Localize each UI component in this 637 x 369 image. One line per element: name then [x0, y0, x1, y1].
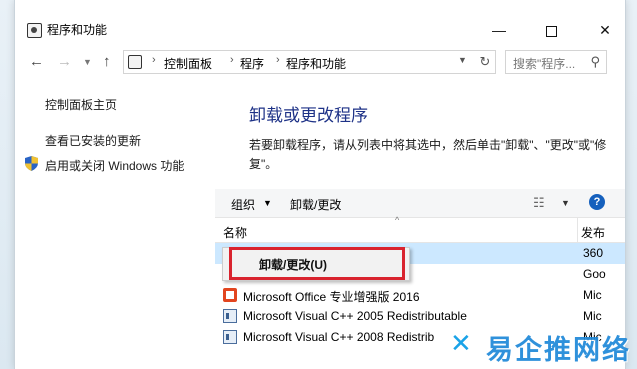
office-icon	[223, 288, 237, 302]
breadcrumb-control-panel[interactable]: 控制面板	[164, 55, 212, 72]
program-publisher: 360	[583, 246, 604, 260]
programs-window: 程序和功能 — ✕ ← → ▼ ↑ › 控制面板 › 程序 › 程序和功能 ▼ …	[14, 0, 626, 369]
shield-icon	[25, 156, 38, 171]
sort-up-icon: ^	[395, 215, 400, 225]
address-row: ← → ▼ ↑ › 控制面板 › 程序 › 程序和功能 ▼ ↻ 搜索"程序...…	[15, 48, 625, 76]
organize-button[interactable]: 组织	[231, 196, 255, 213]
program-publisher: Mic	[583, 288, 602, 302]
column-divider[interactable]	[577, 218, 578, 242]
chevron-down-icon[interactable]: ▼	[263, 198, 272, 208]
recent-locations-chevron-icon[interactable]: ▼	[83, 57, 92, 67]
view-updates-link[interactable]: 查看已安装的更新	[45, 132, 141, 149]
program-name: Microsoft Visual C++ 2008 Redistrib	[243, 330, 435, 344]
control-panel-icon	[27, 23, 42, 38]
chevron-down-icon[interactable]: ▼	[561, 198, 570, 208]
program-publisher: Goo	[583, 267, 606, 281]
column-header: 名称 ^ 发布	[215, 215, 625, 243]
title-bar: 程序和功能 — ✕	[15, 0, 625, 40]
column-name[interactable]: 名称	[223, 224, 247, 241]
chevron-down-icon[interactable]: ▼	[458, 55, 467, 65]
control-panel-icon	[128, 55, 142, 69]
highlight-box	[229, 247, 405, 280]
installer-icon	[223, 330, 237, 344]
search-placeholder: 搜索"程序...	[513, 57, 576, 71]
windows-features-link[interactable]: 启用或关闭 Windows 功能	[45, 157, 184, 174]
uninstall-change-button[interactable]: 卸载/更改	[290, 196, 341, 213]
refresh-button[interactable]: ↻	[475, 50, 496, 74]
breadcrumb-programs[interactable]: 程序	[240, 55, 264, 72]
program-publisher: Mic	[583, 309, 602, 323]
chevron-right-icon: ›	[152, 54, 156, 66]
search-input[interactable]: 搜索"程序... ⚲	[505, 50, 607, 74]
watermark: ✕ 易企推网络	[446, 322, 636, 366]
page-description: 若要卸载程序，请从列表中将其选中，然后单击"卸载"、"更改"或"修复"。	[249, 138, 607, 171]
maximize-button[interactable]	[537, 20, 565, 40]
chevron-right-icon[interactable]: ›	[230, 54, 234, 66]
forward-button[interactable]: →	[57, 53, 72, 70]
minimize-button[interactable]: —	[485, 20, 513, 40]
control-panel-home-link[interactable]: 控制面板主页	[45, 96, 117, 113]
maximize-icon	[545, 25, 557, 37]
toolbar: 组织 ▼ 卸载/更改 ☷ ▼ ?	[215, 189, 625, 218]
help-icon[interactable]: ?	[589, 194, 605, 210]
column-publisher[interactable]: 发布	[581, 224, 605, 241]
chevron-right-icon[interactable]: ›	[276, 54, 280, 66]
address-bar[interactable]: › 控制面板 › 程序 › 程序和功能 ▼	[123, 50, 487, 74]
search-icon[interactable]: ⚲	[590, 54, 600, 70]
installer-icon	[223, 309, 237, 323]
close-button[interactable]: ✕	[591, 20, 619, 40]
back-button[interactable]: ←	[29, 53, 44, 70]
page-title: 卸载或更改程序	[249, 106, 368, 125]
window-title: 程序和功能	[47, 23, 108, 37]
watermark-logo-icon: ✕	[450, 328, 472, 358]
program-name: Microsoft Visual C++ 2005 Redistributabl…	[243, 309, 467, 323]
view-options-icon[interactable]: ☷	[533, 195, 545, 211]
breadcrumb-programs-features[interactable]: 程序和功能	[286, 55, 346, 72]
left-pane: 控制面板主页 查看已安装的更新 启用或关闭 Windows 功能	[15, 82, 215, 369]
program-row[interactable]: Microsoft Office 专业增强版 2016 Mic	[215, 285, 625, 306]
program-name: Microsoft Office 专业增强版 2016	[243, 290, 420, 304]
watermark-text: 易企推网络	[486, 335, 631, 366]
up-button[interactable]: ↑	[103, 53, 111, 70]
